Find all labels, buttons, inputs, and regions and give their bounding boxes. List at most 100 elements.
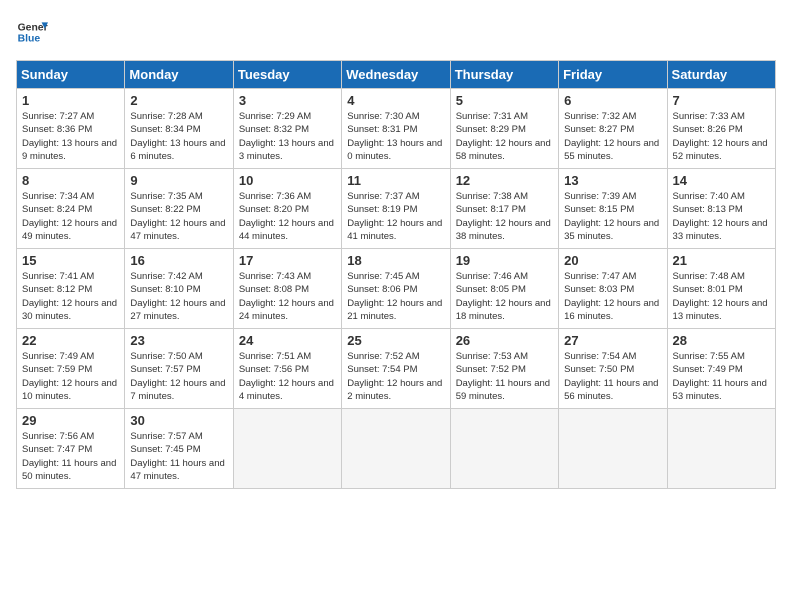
day-info: Sunrise: 7:50 AMSunset: 7:57 PMDaylight:… (130, 350, 227, 403)
calendar-week-row: 15 Sunrise: 7:41 AMSunset: 8:12 PMDayligh… (17, 249, 776, 329)
day-number: 3 (239, 93, 336, 108)
day-number: 19 (456, 253, 553, 268)
day-info: Sunrise: 7:51 AMSunset: 7:56 PMDaylight:… (239, 350, 336, 403)
calendar-week-row: 1Sunrise: 7:27 AMSunset: 8:36 PMDaylight… (17, 89, 776, 169)
day-info: Sunrise: 7:55 AMSunset: 7:49 PMDaylight:… (673, 350, 770, 403)
day-number: 25 (347, 333, 444, 348)
calendar-day (450, 409, 558, 489)
day-number: 14 (673, 173, 770, 188)
calendar-day: 19 Sunrise: 7:46 AMSunset: 8:05 PMDayligh… (450, 249, 558, 329)
calendar-day: 2 Sunrise: 7:28 AMSunset: 8:34 PMDaylight… (125, 89, 233, 169)
day-number: 28 (673, 333, 770, 348)
calendar-day: 17 Sunrise: 7:43 AMSunset: 8:08 PMDayligh… (233, 249, 341, 329)
day-info: Sunrise: 7:27 AMSunset: 8:36 PMDaylight:… (22, 110, 119, 163)
calendar-week-row: 8 Sunrise: 7:34 AMSunset: 8:24 PMDaylight… (17, 169, 776, 249)
day-number: 12 (456, 173, 553, 188)
weekday-header: Friday (559, 61, 667, 89)
calendar-header-row: SundayMondayTuesdayWednesdayThursdayFrid… (17, 61, 776, 89)
calendar-day: 8 Sunrise: 7:34 AMSunset: 8:24 PMDaylight… (17, 169, 125, 249)
day-info: Sunrise: 7:56 AMSunset: 7:47 PMDaylight:… (22, 430, 119, 483)
day-number: 15 (22, 253, 119, 268)
calendar-day: 29 Sunrise: 7:56 AMSunset: 7:47 PMDayligh… (17, 409, 125, 489)
calendar-day (667, 409, 775, 489)
day-number: 22 (22, 333, 119, 348)
day-info: Sunrise: 7:33 AMSunset: 8:26 PMDaylight:… (673, 110, 770, 163)
calendar-week-row: 29 Sunrise: 7:56 AMSunset: 7:47 PMDayligh… (17, 409, 776, 489)
day-number: 9 (130, 173, 227, 188)
day-info: Sunrise: 7:57 AMSunset: 7:45 PMDaylight:… (130, 430, 227, 483)
day-info: Sunrise: 7:45 AMSunset: 8:06 PMDaylight:… (347, 270, 444, 323)
day-info: Sunrise: 7:43 AMSunset: 8:08 PMDaylight:… (239, 270, 336, 323)
calendar-table: SundayMondayTuesdayWednesdayThursdayFrid… (16, 60, 776, 489)
day-info: Sunrise: 7:54 AMSunset: 7:50 PMDaylight:… (564, 350, 661, 403)
day-number: 2 (130, 93, 227, 108)
calendar-day (233, 409, 341, 489)
calendar-day: 16Sunrise: 7:42 AMSunset: 8:10 PMDayligh… (125, 249, 233, 329)
calendar-day: 28 Sunrise: 7:55 AMSunset: 7:49 PMDayligh… (667, 329, 775, 409)
calendar-body: 1Sunrise: 7:27 AMSunset: 8:36 PMDaylight… (17, 89, 776, 489)
calendar-day: 5 Sunrise: 7:31 AMSunset: 8:29 PMDaylight… (450, 89, 558, 169)
calendar-day (342, 409, 450, 489)
day-number: 11 (347, 173, 444, 188)
weekday-header: Tuesday (233, 61, 341, 89)
calendar-day: 30 Sunrise: 7:57 AMSunset: 7:45 PMDayligh… (125, 409, 233, 489)
day-number: 20 (564, 253, 661, 268)
day-number: 5 (456, 93, 553, 108)
calendar-day: 9 Sunrise: 7:35 AMSunset: 8:22 PMDaylight… (125, 169, 233, 249)
calendar-day (559, 409, 667, 489)
svg-text:Blue: Blue (18, 34, 41, 45)
day-info: Sunrise: 7:34 AMSunset: 8:24 PMDaylight:… (22, 190, 119, 243)
day-info: Sunrise: 7:41 AMSunset: 8:12 PMDaylight:… (22, 270, 119, 323)
calendar-day: 15 Sunrise: 7:41 AMSunset: 8:12 PMDayligh… (17, 249, 125, 329)
calendar-day: 27 Sunrise: 7:54 AMSunset: 7:50 PMDayligh… (559, 329, 667, 409)
day-number: 7 (673, 93, 770, 108)
day-info: Sunrise: 7:28 AMSunset: 8:34 PMDaylight:… (130, 110, 227, 163)
calendar-day: 25Sunrise: 7:52 AMSunset: 7:54 PMDayligh… (342, 329, 450, 409)
weekday-header: Saturday (667, 61, 775, 89)
calendar-day: 14 Sunrise: 7:40 AMSunset: 8:13 PMDayligh… (667, 169, 775, 249)
logo-icon: General Blue (16, 16, 48, 48)
day-number: 17 (239, 253, 336, 268)
day-number: 21 (673, 253, 770, 268)
logo: General Blue (16, 16, 48, 48)
day-number: 6 (564, 93, 661, 108)
day-info: Sunrise: 7:29 AMSunset: 8:32 PMDaylight:… (239, 110, 336, 163)
weekday-header: Wednesday (342, 61, 450, 89)
page-header: General Blue (16, 16, 776, 48)
calendar-day: 7 Sunrise: 7:33 AMSunset: 8:26 PMDaylight… (667, 89, 775, 169)
calendar-day: 11 Sunrise: 7:37 AMSunset: 8:19 PMDayligh… (342, 169, 450, 249)
day-number: 16 (130, 253, 227, 268)
day-info: Sunrise: 7:35 AMSunset: 8:22 PMDaylight:… (130, 190, 227, 243)
day-info: Sunrise: 7:46 AMSunset: 8:05 PMDaylight:… (456, 270, 553, 323)
calendar-day: 23 Sunrise: 7:50 AMSunset: 7:57 PMDayligh… (125, 329, 233, 409)
weekday-header: Monday (125, 61, 233, 89)
day-info: Sunrise: 7:49 AMSunset: 7:59 PMDaylight:… (22, 350, 119, 403)
day-info: Sunrise: 7:37 AMSunset: 8:19 PMDaylight:… (347, 190, 444, 243)
day-info: Sunrise: 7:47 AMSunset: 8:03 PMDaylight:… (564, 270, 661, 323)
weekday-header: Sunday (17, 61, 125, 89)
day-number: 4 (347, 93, 444, 108)
day-info: Sunrise: 7:40 AMSunset: 8:13 PMDaylight:… (673, 190, 770, 243)
day-number: 13 (564, 173, 661, 188)
day-info: Sunrise: 7:53 AMSunset: 7:52 PMDaylight:… (456, 350, 553, 403)
weekday-header: Thursday (450, 61, 558, 89)
calendar-day: 22 Sunrise: 7:49 AMSunset: 7:59 PMDayligh… (17, 329, 125, 409)
calendar-day: 1Sunrise: 7:27 AMSunset: 8:36 PMDaylight… (17, 89, 125, 169)
day-number: 29 (22, 413, 119, 428)
day-number: 26 (456, 333, 553, 348)
day-info: Sunrise: 7:31 AMSunset: 8:29 PMDaylight:… (456, 110, 553, 163)
day-number: 18 (347, 253, 444, 268)
day-number: 30 (130, 413, 227, 428)
calendar-week-row: 22 Sunrise: 7:49 AMSunset: 7:59 PMDayligh… (17, 329, 776, 409)
day-number: 23 (130, 333, 227, 348)
calendar-day: 24Sunrise: 7:51 AMSunset: 7:56 PMDayligh… (233, 329, 341, 409)
day-info: Sunrise: 7:36 AMSunset: 8:20 PMDaylight:… (239, 190, 336, 243)
day-info: Sunrise: 7:39 AMSunset: 8:15 PMDaylight:… (564, 190, 661, 243)
calendar-day: 26 Sunrise: 7:53 AMSunset: 7:52 PMDayligh… (450, 329, 558, 409)
calendar-day: 20 Sunrise: 7:47 AMSunset: 8:03 PMDayligh… (559, 249, 667, 329)
day-number: 8 (22, 173, 119, 188)
calendar-day: 6Sunrise: 7:32 AMSunset: 8:27 PMDaylight… (559, 89, 667, 169)
day-number: 27 (564, 333, 661, 348)
calendar-day: 13 Sunrise: 7:39 AMSunset: 8:15 PMDayligh… (559, 169, 667, 249)
calendar-day: 3 Sunrise: 7:29 AMSunset: 8:32 PMDaylight… (233, 89, 341, 169)
